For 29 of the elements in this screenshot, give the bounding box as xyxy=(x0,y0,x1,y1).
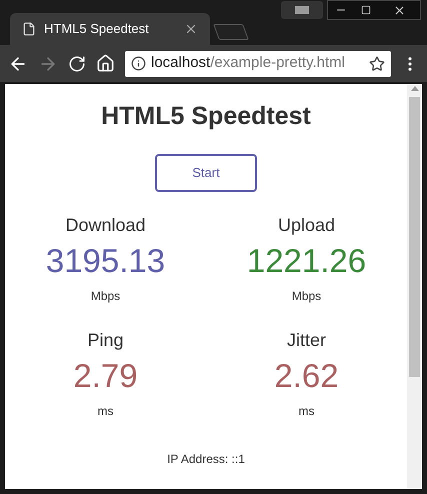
metric-unit: ms xyxy=(98,402,114,420)
start-button[interactable]: Start xyxy=(155,154,257,192)
browser-tab[interactable]: HTML5 Speedtest xyxy=(10,13,210,45)
scrollbar[interactable] xyxy=(407,84,422,489)
close-icon xyxy=(392,4,406,16)
metric-value: 2.79 xyxy=(73,356,138,396)
page-icon xyxy=(22,22,36,36)
metric-unit: Mbps xyxy=(90,288,120,304)
metric-unit: ms xyxy=(298,402,314,420)
address-bar[interactable]: localhost/example-pretty.html xyxy=(125,50,391,76)
home-icon[interactable] xyxy=(96,54,115,73)
reload-icon[interactable] xyxy=(68,54,86,72)
bookmark-star-icon[interactable] xyxy=(369,56,385,72)
close-tab-icon[interactable] xyxy=(184,22,198,36)
profile-icon[interactable] xyxy=(281,1,323,19)
tab-title: HTML5 Speedtest xyxy=(44,20,150,38)
info-icon xyxy=(131,56,146,71)
metric-value: 1221.26 xyxy=(246,240,366,280)
metric-value: 3195.13 xyxy=(46,240,166,280)
metric-unit: Mbps xyxy=(292,288,322,304)
metric-label: Ping xyxy=(87,328,124,352)
maximize-icon xyxy=(360,5,370,15)
metric-label: Upload xyxy=(278,214,336,237)
url-text: localhost/example-pretty.html xyxy=(151,53,346,74)
ip-address: IP Address: ::1 xyxy=(167,450,245,468)
metric-value: 2.62 xyxy=(274,356,339,396)
metric-label: Download xyxy=(65,214,146,236)
page-title: HTML5 Speedtest xyxy=(101,101,311,132)
metric-label: Jitter xyxy=(286,328,326,352)
